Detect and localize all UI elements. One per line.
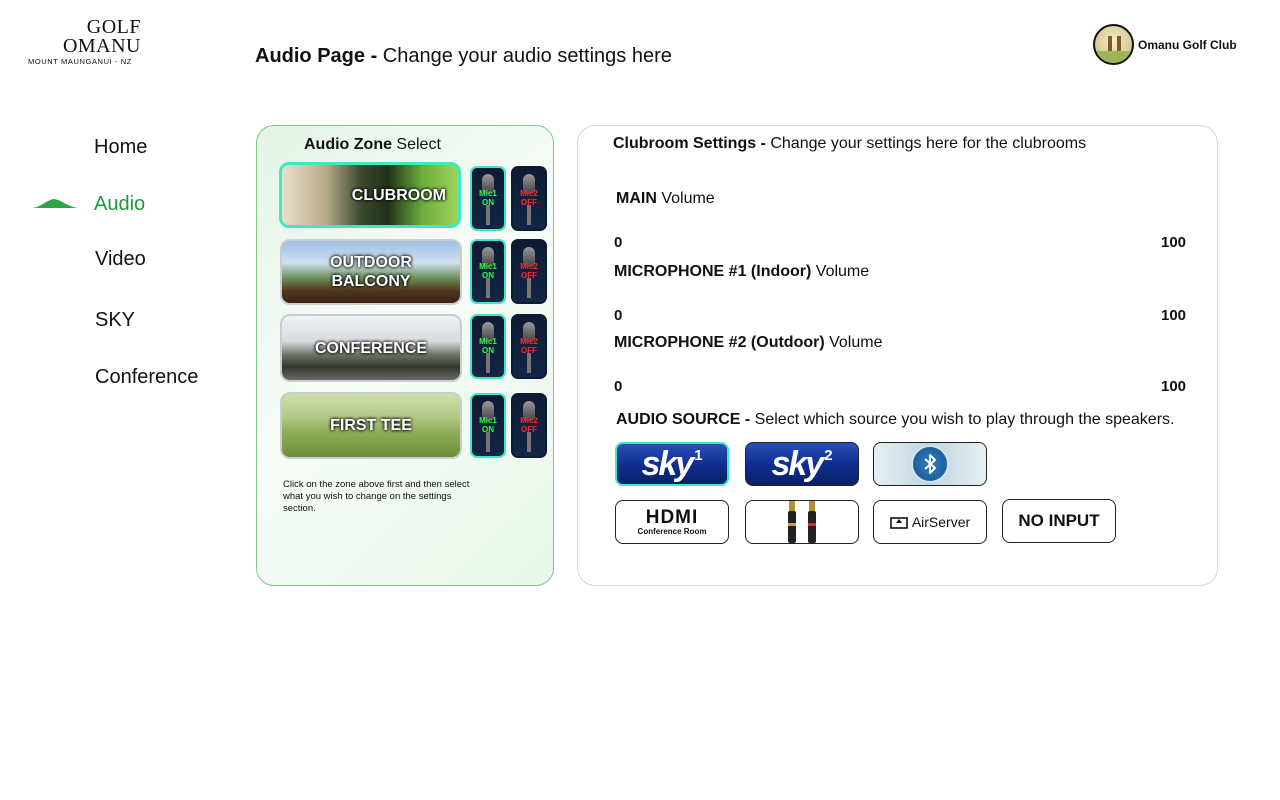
settings-title-bold: Clubroom Settings -	[613, 135, 766, 152]
audio-source-label: AUDIO SOURCE - Select which source you w…	[616, 411, 1174, 429]
sky2-word: sky	[771, 444, 824, 483]
zone-clubroom-label: CLUBROOM	[351, 186, 446, 204]
source-no-input-button[interactable]: NO INPUT	[1002, 499, 1116, 543]
club-badge: Omanu Golf Club	[1093, 24, 1237, 65]
hdmi-logo-text: HDMI	[645, 506, 699, 528]
bluetooth-icon	[911, 445, 949, 483]
sky1-number: 1	[694, 446, 703, 464]
mic2-volume-min: 0	[614, 378, 623, 395]
zone-first-tee-mic1-toggle[interactable]: Mic1 ON	[470, 393, 506, 458]
audio-source-label-bold: AUDIO SOURCE -	[616, 411, 751, 428]
hdmi-subtitle: Conference Room	[637, 526, 707, 536]
mic-label: Mic1 ON	[479, 262, 497, 280]
mic1-volume-max: 100	[1161, 307, 1187, 324]
zone-outdoor-balcony-label: OUTDOOR BALCONY	[330, 254, 412, 290]
main-volume-label-bold: MAIN	[616, 190, 657, 207]
zone-first-tee-label: FIRST TEE	[330, 417, 412, 434]
mic1-volume-label-bold: MICROPHONE #1 (Indoor)	[614, 263, 812, 280]
airserver-label: AirServer	[911, 514, 971, 530]
source-bluetooth-button[interactable]	[873, 442, 987, 486]
active-nav-indicator-icon	[32, 199, 78, 208]
mic1-volume-min: 0	[614, 307, 623, 324]
page-title-rest: Change your audio settings here	[377, 45, 672, 67]
zone-conference-button[interactable]: CONFERENCE	[280, 314, 462, 382]
sky2-number: 2	[824, 446, 833, 464]
nav-conference[interactable]: Conference	[95, 366, 198, 389]
mic2-volume-label: MICROPHONE #2 (Outdoor) Volume	[614, 334, 882, 352]
club-crest-icon	[1093, 24, 1134, 65]
nav-home[interactable]: Home	[94, 136, 147, 159]
zone-conference-label: CONFERENCE	[314, 339, 427, 357]
logo-line-2: OMANU	[62, 35, 141, 57]
zone-clubroom-button[interactable]: CLUBROOM	[279, 162, 461, 228]
source-airserver-button[interactable]: AirServer	[873, 500, 987, 544]
nav-audio[interactable]: Audio	[94, 193, 145, 216]
mic2-volume-label-rest: Volume	[824, 334, 883, 351]
main-volume-label-rest: Volume	[656, 190, 715, 207]
mic2-volume-max: 100	[1161, 378, 1187, 395]
zone-clubroom-mic2-toggle[interactable]: Mic2 OFF	[511, 166, 547, 231]
zone-outdoor-balcony-button[interactable]: OUTDOOR BALCONY	[280, 239, 462, 305]
zone-instructions: Click on the zone above first and then s…	[283, 479, 470, 514]
zone-conference-mic1-toggle[interactable]: Mic1 ON	[470, 314, 506, 379]
mic-label: Mic2 OFF	[520, 416, 538, 434]
zone-outdoor-balcony-mic2-toggle[interactable]: Mic2 OFF	[511, 239, 547, 304]
main-volume-max: 100	[1161, 234, 1187, 251]
settings-title: Clubroom Settings - Change your settings…	[613, 135, 1086, 153]
sky1-word: sky	[641, 444, 694, 483]
golf-omanu-logo: GOLF OMANU MOUNT MAUNGANUI - NZ	[28, 17, 143, 70]
mic-label: Mic1 ON	[479, 337, 497, 355]
mic-label: Mic2 OFF	[520, 262, 538, 280]
page-title-bold: Audio Page -	[255, 45, 378, 67]
mic1-volume-label-rest: Volume	[811, 263, 870, 280]
club-name: Omanu Golf Club	[1138, 37, 1237, 52]
mic1-volume-label: MICROPHONE #1 (Indoor) Volume	[614, 263, 869, 281]
page-title: Audio Page - Change your audio settings …	[255, 45, 672, 68]
audio-source-label-rest: Select which source you wish to play thr…	[750, 411, 1175, 428]
zone-first-tee-button[interactable]: FIRST TEE	[280, 392, 462, 459]
mic-label: Mic2 OFF	[520, 337, 538, 355]
source-hdmi-button[interactable]: HDMI Conference Room	[615, 500, 729, 544]
mic-label: Mic2 OFF	[520, 189, 538, 207]
no-input-label: NO INPUT	[1018, 511, 1100, 530]
source-sky2-button[interactable]: sky 2	[745, 442, 859, 486]
nav-video[interactable]: Video	[95, 248, 146, 271]
zone-title-bold: Audio Zone	[304, 136, 392, 153]
mic-label: Mic1 ON	[479, 416, 497, 434]
zone-clubroom-mic1-toggle[interactable]: Mic1 ON	[470, 166, 506, 231]
nav-sky[interactable]: SKY	[95, 309, 135, 332]
main-volume-min: 0	[614, 234, 623, 251]
zone-title-rest: Select	[391, 136, 441, 153]
mic2-volume-label-bold: MICROPHONE #2 (Outdoor)	[614, 334, 825, 351]
logo-line-3: MOUNT MAUNGANUI - NZ	[28, 57, 132, 66]
source-rca-button[interactable]	[745, 500, 859, 544]
rca-cable-icon	[788, 501, 816, 543]
zone-first-tee-mic2-toggle[interactable]: Mic2 OFF	[511, 393, 547, 458]
settings-title-rest: Change your settings here for the clubro…	[765, 135, 1087, 152]
main-volume-label: MAIN Volume	[616, 190, 715, 208]
source-sky1-button[interactable]: sky 1	[615, 442, 729, 486]
airplay-icon	[890, 517, 908, 529]
mic-label: Mic1 ON	[479, 189, 497, 207]
zone-conference-mic2-toggle[interactable]: Mic2 OFF	[511, 314, 547, 379]
zone-outdoor-balcony-mic1-toggle[interactable]: Mic1 ON	[470, 239, 506, 304]
audio-zone-title: Audio Zone Select	[304, 136, 441, 154]
